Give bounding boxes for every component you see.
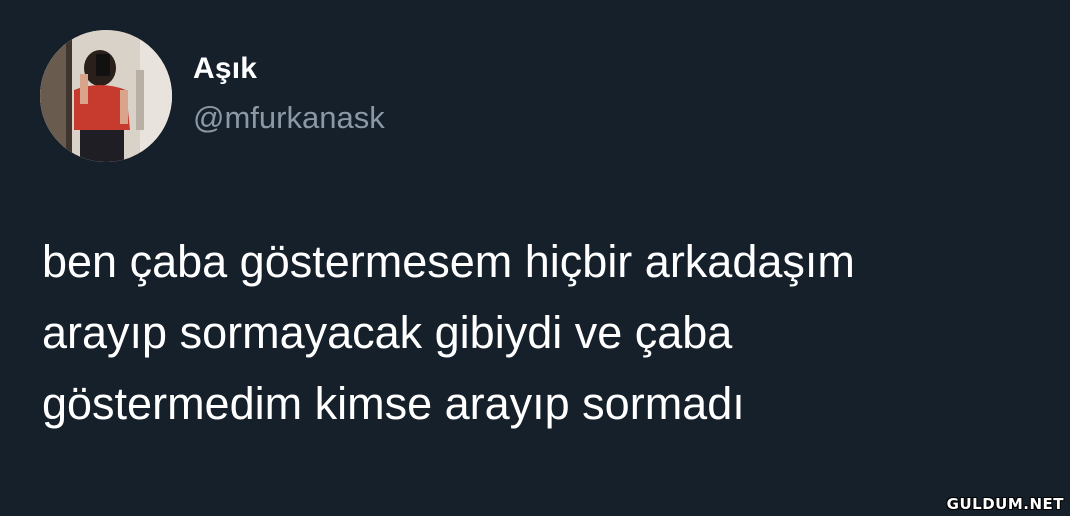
tweet-card: Aşık @mfurkanask ben çaba göstermesem hi…	[0, 0, 1070, 516]
user-handle[interactable]: @mfurkanask	[193, 100, 385, 136]
user-avatar[interactable]	[40, 30, 172, 162]
display-name[interactable]: Aşık	[193, 52, 257, 86]
avatar-photo-icon	[40, 30, 172, 162]
tweet-text: ben çaba göstermesem hiçbir arkadaşım ar…	[42, 236, 855, 429]
site-watermark: GULDUM.NET	[946, 495, 1064, 513]
